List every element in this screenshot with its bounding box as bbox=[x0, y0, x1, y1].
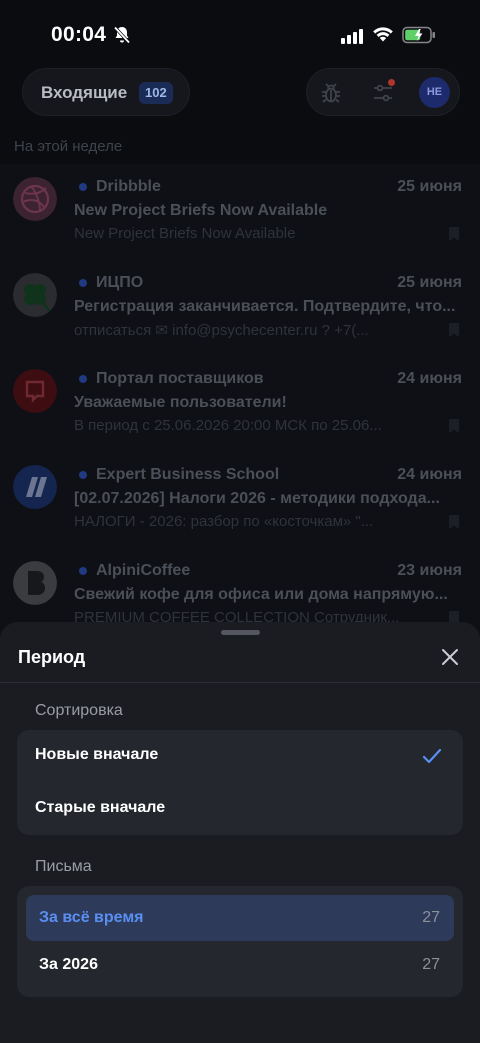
inbox-label: Входящие bbox=[41, 83, 128, 102]
mail-preview: отписаться ✉ info@psychecenter.ru ? +7(.… bbox=[74, 322, 369, 339]
unread-dot bbox=[79, 567, 87, 575]
mail-date: 23 июня bbox=[397, 562, 462, 579]
period-option-all-time[interactable]: За всё время 27 bbox=[26, 895, 454, 941]
sort-option-oldest[interactable]: Старые вначале bbox=[17, 783, 463, 835]
cellular-signal-icon bbox=[341, 29, 363, 44]
letters-group-label: Письма bbox=[35, 858, 92, 875]
mail-header: Входящие 102 НЕ bbox=[0, 66, 480, 122]
option-label: Новые вначале bbox=[35, 746, 159, 763]
unread-dot bbox=[79, 375, 87, 383]
sort-options-card: Новые вначале Старые вначале bbox=[17, 730, 463, 835]
mail-item[interactable]: Портал поставщиков 24 июня Уважаемые пол… bbox=[0, 356, 480, 452]
mail-preview: В период с 25.06.2026 20:00 МСК по 25.06… bbox=[74, 417, 382, 434]
clover-logo-icon bbox=[13, 273, 57, 317]
unread-dot bbox=[79, 279, 87, 287]
mail-subject: Уважаемые пользователи! bbox=[74, 394, 287, 411]
period-option-2026[interactable]: За 2026 27 bbox=[26, 942, 454, 988]
unread-dot bbox=[79, 183, 87, 191]
mail-subject: Регистрация заканчивается. Подтвердите, … bbox=[74, 298, 456, 315]
option-count: 27 bbox=[422, 909, 440, 926]
inbox-unread-count: 102 bbox=[139, 82, 173, 104]
sheet-divider bbox=[0, 682, 480, 683]
inbox-folder-button[interactable]: Входящие 102 bbox=[22, 68, 190, 116]
battery-charging-icon bbox=[402, 26, 435, 44]
dribbble-logo-icon bbox=[13, 177, 57, 221]
expert-business-school-logo-icon bbox=[13, 465, 57, 509]
alpinicoffee-logo-icon bbox=[13, 561, 57, 605]
mail-item[interactable]: Dribbble 25 июня New Project Briefs Now … bbox=[0, 164, 480, 260]
mail-sender: Dribbble bbox=[96, 178, 161, 195]
mail-subject: New Project Briefs Now Available bbox=[74, 202, 328, 219]
wifi-icon bbox=[373, 27, 393, 42]
mail-preview: НАЛОГИ - 2026: разбор по «косточкам» "..… bbox=[74, 513, 374, 530]
bookmark-icon[interactable] bbox=[448, 322, 460, 338]
mail-subject: Свежий кофе для офиса или дома напрямую.… bbox=[74, 586, 448, 603]
option-count: 27 bbox=[422, 956, 440, 973]
sheet-grabber[interactable] bbox=[221, 630, 260, 635]
mail-date: 24 июня bbox=[397, 370, 462, 387]
sheet-title: Период bbox=[18, 647, 86, 667]
mail-date: 25 июня bbox=[397, 274, 462, 291]
checkmark-icon bbox=[422, 748, 442, 764]
filter-active-dot bbox=[388, 79, 395, 86]
bookmark-icon[interactable] bbox=[448, 226, 460, 242]
user-avatar[interactable]: НЕ bbox=[419, 77, 450, 108]
unread-dot bbox=[79, 471, 87, 479]
mail-item[interactable]: ИЦПО 25 июня Регистрация заканчивается. … bbox=[0, 260, 480, 356]
mail-date: 25 июня bbox=[397, 178, 462, 195]
status-time: 00:04 bbox=[51, 23, 107, 46]
bookmark-icon[interactable] bbox=[448, 418, 460, 434]
sort-option-newest[interactable]: Новые вначале bbox=[17, 730, 463, 782]
bell-muted-icon bbox=[113, 26, 131, 44]
option-label: За всё время bbox=[39, 909, 144, 926]
option-label: За 2026 bbox=[39, 956, 98, 973]
bookmark-icon[interactable] bbox=[448, 514, 460, 530]
period-sheet: Период Сортировка Новые вначале Старые в… bbox=[0, 622, 480, 1043]
header-actions: НЕ bbox=[306, 68, 460, 116]
mail-sender: AlpiniCoffee bbox=[96, 562, 191, 579]
status-bar: 00:04 bbox=[0, 0, 480, 70]
option-label: Старые вначале bbox=[35, 799, 166, 816]
mail-sender: ИЦПО bbox=[96, 274, 144, 291]
close-icon[interactable] bbox=[439, 646, 461, 668]
mail-sender: Expert Business School bbox=[96, 466, 280, 483]
letters-options-card: За всё время 27 За 2026 27 bbox=[17, 886, 463, 997]
mail-date: 24 июня bbox=[397, 466, 462, 483]
mail-preview: New Project Briefs Now Available bbox=[74, 225, 296, 242]
mail-subject: [02.07.2026] Налоги 2026 - методики подх… bbox=[74, 490, 440, 507]
section-this-week: На этой неделе bbox=[14, 138, 123, 155]
bug-icon[interactable] bbox=[319, 81, 343, 105]
sort-group-label: Сортировка bbox=[35, 702, 123, 719]
mail-sender: Портал поставщиков bbox=[96, 370, 264, 387]
supplier-portal-logo-icon bbox=[13, 369, 57, 413]
mail-item[interactable]: Expert Business School 24 июня [02.07.20… bbox=[0, 452, 480, 548]
